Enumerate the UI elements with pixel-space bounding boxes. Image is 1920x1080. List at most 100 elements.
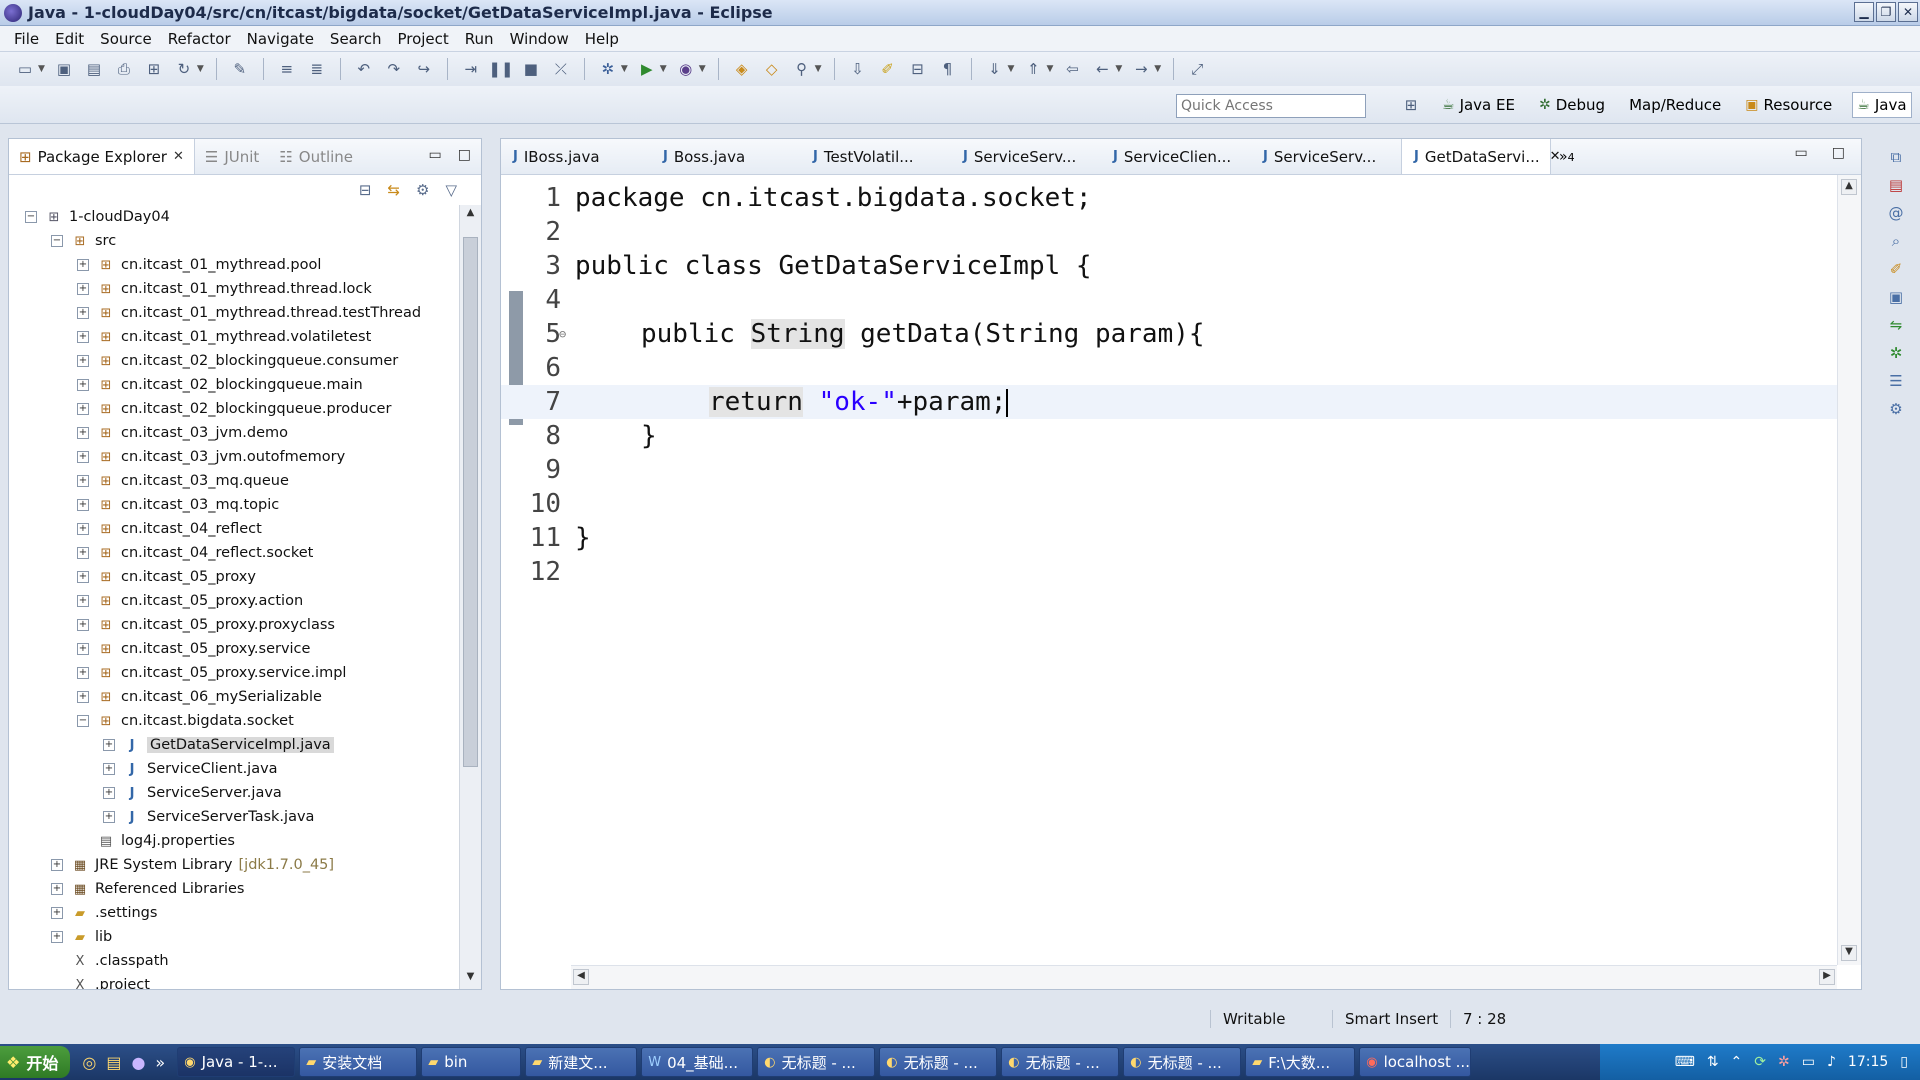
last-edit-icon[interactable]: ⇦ bbox=[1061, 59, 1083, 79]
mark-occurrences-icon[interactable]: ✐ bbox=[877, 59, 899, 79]
back-dropdown-icon[interactable]: ▼ bbox=[1115, 64, 1122, 74]
format-icon[interactable]: ≡ bbox=[276, 59, 298, 79]
perspective-resource[interactable]: ▣ Resource bbox=[1741, 93, 1836, 117]
suspend-icon[interactable]: ❚❚ bbox=[488, 59, 513, 79]
tab-outline[interactable]: ☷ Outline bbox=[269, 139, 363, 174]
bookmarks-icon[interactable]: ▤ bbox=[1889, 176, 1903, 194]
coverage-dropdown-icon[interactable]: ▼ bbox=[699, 64, 706, 74]
tree-item[interactable]: + ⊞ cn.itcast_04_reflect bbox=[9, 517, 459, 541]
expand-icon[interactable]: + bbox=[77, 523, 89, 535]
prev-edit-dropdown-icon[interactable]: ▼ bbox=[1046, 64, 1053, 74]
tree-item[interactable]: − ⊞ src bbox=[9, 229, 459, 253]
print-icon[interactable]: ⎙ bbox=[113, 59, 135, 79]
taskbar-item[interactable]: ◉ localhost ... bbox=[1359, 1047, 1472, 1077]
taskbar-item[interactable]: ◉ Java - 1-... bbox=[177, 1047, 296, 1077]
tree-item[interactable]: X .classpath bbox=[9, 949, 459, 973]
tree-item[interactable]: + ⊞ cn.itcast_03_jvm.outofmemory bbox=[9, 445, 459, 469]
tree-item[interactable]: + ⊞ cn.itcast_03_mq.topic bbox=[9, 493, 459, 517]
expand-icon[interactable]: + bbox=[77, 643, 89, 655]
tab-getdataserviceimpl[interactable]: J GetDataServi... ✕ bbox=[1401, 139, 1561, 174]
chevron-up-icon[interactable]: ⌃ bbox=[1731, 1054, 1743, 1070]
tab-boss-java[interactable]: J Boss.java bbox=[651, 139, 801, 174]
run-dropdown-icon[interactable]: ▼ bbox=[660, 64, 667, 74]
scroll-up-icon[interactable]: ▲ bbox=[1841, 179, 1857, 195]
tree-item[interactable]: + ⊞ cn.itcast_01_mythread.volatiletest bbox=[9, 325, 459, 349]
expand-icon[interactable]: + bbox=[103, 811, 115, 823]
declaration-icon[interactable]: ⌕ bbox=[1892, 232, 1900, 250]
tree-item[interactable]: + ⊞ cn.itcast_03_mq.queue bbox=[9, 469, 459, 493]
tab-junit[interactable]: ☰ JUnit bbox=[195, 139, 269, 174]
taskbar-item[interactable]: ◐ 无标题 - ... bbox=[1123, 1047, 1242, 1077]
sync-icon[interactable]: ⟳ bbox=[1754, 1054, 1766, 1070]
console-icon[interactable]: ▣ bbox=[1889, 288, 1903, 306]
scroll-down-icon[interactable]: ▼ bbox=[1841, 945, 1857, 961]
pin-editor-icon[interactable]: ⤢ bbox=[1186, 59, 1208, 79]
menu-refactor[interactable]: Refactor bbox=[160, 30, 239, 48]
tree-item[interactable]: + ▦ Referenced Libraries bbox=[9, 877, 459, 901]
tree-item[interactable]: + ⊞ cn.itcast_06_mySerializable bbox=[9, 685, 459, 709]
undo-icon[interactable]: ↶ bbox=[353, 59, 375, 79]
tree-item[interactable]: + ⊞ cn.itcast_02_blockingqueue.consumer bbox=[9, 349, 459, 373]
tab-serviceservertask[interactable]: J ServiceServ... bbox=[1251, 139, 1401, 174]
tree-item[interactable]: + J GetDataServiceImpl.java bbox=[9, 733, 459, 757]
expand-icon[interactable]: + bbox=[51, 859, 63, 871]
tree-item[interactable]: + ⊞ cn.itcast_05_proxy bbox=[9, 565, 459, 589]
scroll-up-icon[interactable]: ▲ bbox=[463, 207, 478, 223]
refresh-dropdown-icon[interactable]: ▼ bbox=[197, 64, 204, 74]
expand-icon[interactable]: + bbox=[103, 787, 115, 799]
tab-iboss-java[interactable]: J IBoss.java bbox=[501, 139, 651, 174]
clock[interactable]: 17:15 bbox=[1848, 1054, 1888, 1070]
taskbar-item[interactable]: W 04_基础... bbox=[641, 1047, 754, 1077]
menu-search[interactable]: Search bbox=[322, 30, 390, 48]
restore-icon[interactable]: ⧉ bbox=[1891, 148, 1902, 166]
next-edit-icon[interactable]: ⇓ bbox=[984, 59, 1006, 79]
menu-project[interactable]: Project bbox=[389, 30, 456, 48]
next-edit-dropdown-icon[interactable]: ▼ bbox=[1008, 64, 1015, 74]
new-dropdown-icon[interactable]: ▼ bbox=[38, 64, 45, 74]
block-selection-icon[interactable]: ⊟ bbox=[907, 59, 929, 79]
debug-icon[interactable]: ✲ bbox=[597, 59, 619, 79]
pin-icon[interactable]: ✎ bbox=[229, 59, 251, 79]
new-package-icon[interactable]: ⊞ bbox=[143, 59, 165, 79]
view-menu-icon[interactable]: ▽ bbox=[445, 181, 457, 199]
save-icon[interactable]: ▣ bbox=[53, 59, 75, 79]
start-button[interactable]: ❖ 开始 bbox=[0, 1046, 71, 1078]
maximize-icon[interactable]: □ bbox=[1832, 145, 1845, 161]
keyboard-icon[interactable]: ⌨ bbox=[1675, 1054, 1695, 1070]
menu-file[interactable]: File bbox=[6, 30, 47, 48]
taskbar-item[interactable]: ▰ F:\大数... bbox=[1245, 1047, 1356, 1077]
tab-overflow-button[interactable]: »4 bbox=[1559, 149, 1575, 165]
expand-icon[interactable]: + bbox=[51, 931, 63, 943]
perspective-debug[interactable]: ✲ Debug bbox=[1535, 93, 1609, 117]
expand-icon[interactable]: + bbox=[77, 571, 89, 583]
tree-item[interactable]: + J ServiceServer.java bbox=[9, 781, 459, 805]
show-desktop-icon[interactable]: ▤ bbox=[106, 1053, 121, 1072]
open-perspective-icon[interactable]: ⊞ bbox=[1400, 95, 1422, 115]
tab-package-explorer[interactable]: ⊞ Package Explorer ✕ bbox=[9, 139, 195, 174]
scroll-thumb[interactable] bbox=[463, 237, 478, 767]
collapse-icon[interactable]: − bbox=[51, 235, 63, 247]
expand-icon[interactable]: + bbox=[77, 259, 89, 271]
progress-icon[interactable]: ⇋ bbox=[1890, 316, 1903, 334]
step-icon[interactable]: ↪ bbox=[413, 59, 435, 79]
minimize-icon[interactable]: ▭ bbox=[1795, 145, 1808, 161]
servers-icon[interactable]: ✲ bbox=[1890, 344, 1903, 362]
tree-item[interactable]: + ⊞ cn.itcast_05_proxy.proxyclass bbox=[9, 613, 459, 637]
scroll-left-icon[interactable]: ◀ bbox=[573, 969, 589, 985]
expand-icon[interactable]: + bbox=[103, 763, 115, 775]
tree-item[interactable]: − ⊞ cn.itcast.bigdata.socket bbox=[9, 709, 459, 733]
network-icon[interactable]: ⇅ bbox=[1707, 1054, 1719, 1070]
refresh-icon[interactable]: ↻ bbox=[173, 59, 195, 79]
tree-item[interactable]: + ▦ JRE System Library [jdk1.7.0_45] bbox=[9, 853, 459, 877]
collapse-all-icon[interactable]: ⊟ bbox=[359, 181, 372, 199]
perspective-java-ee[interactable]: ☕ Java EE bbox=[1438, 93, 1519, 117]
show-desktop-icon[interactable]: ▯ bbox=[1900, 1054, 1908, 1070]
prev-edit-icon[interactable]: ⇑ bbox=[1022, 59, 1044, 79]
browser-icon[interactable]: ◎ bbox=[82, 1053, 96, 1072]
search-dropdown-icon[interactable]: ▼ bbox=[815, 64, 822, 74]
tree-item[interactable]: + ⊞ cn.itcast_02_blockingqueue.main bbox=[9, 373, 459, 397]
expand-icon[interactable]: + bbox=[77, 379, 89, 391]
restore-button[interactable]: ❐ bbox=[1876, 2, 1896, 22]
perspective-java[interactable]: ☕ Java bbox=[1852, 92, 1912, 118]
expand-icon[interactable]: + bbox=[51, 907, 63, 919]
